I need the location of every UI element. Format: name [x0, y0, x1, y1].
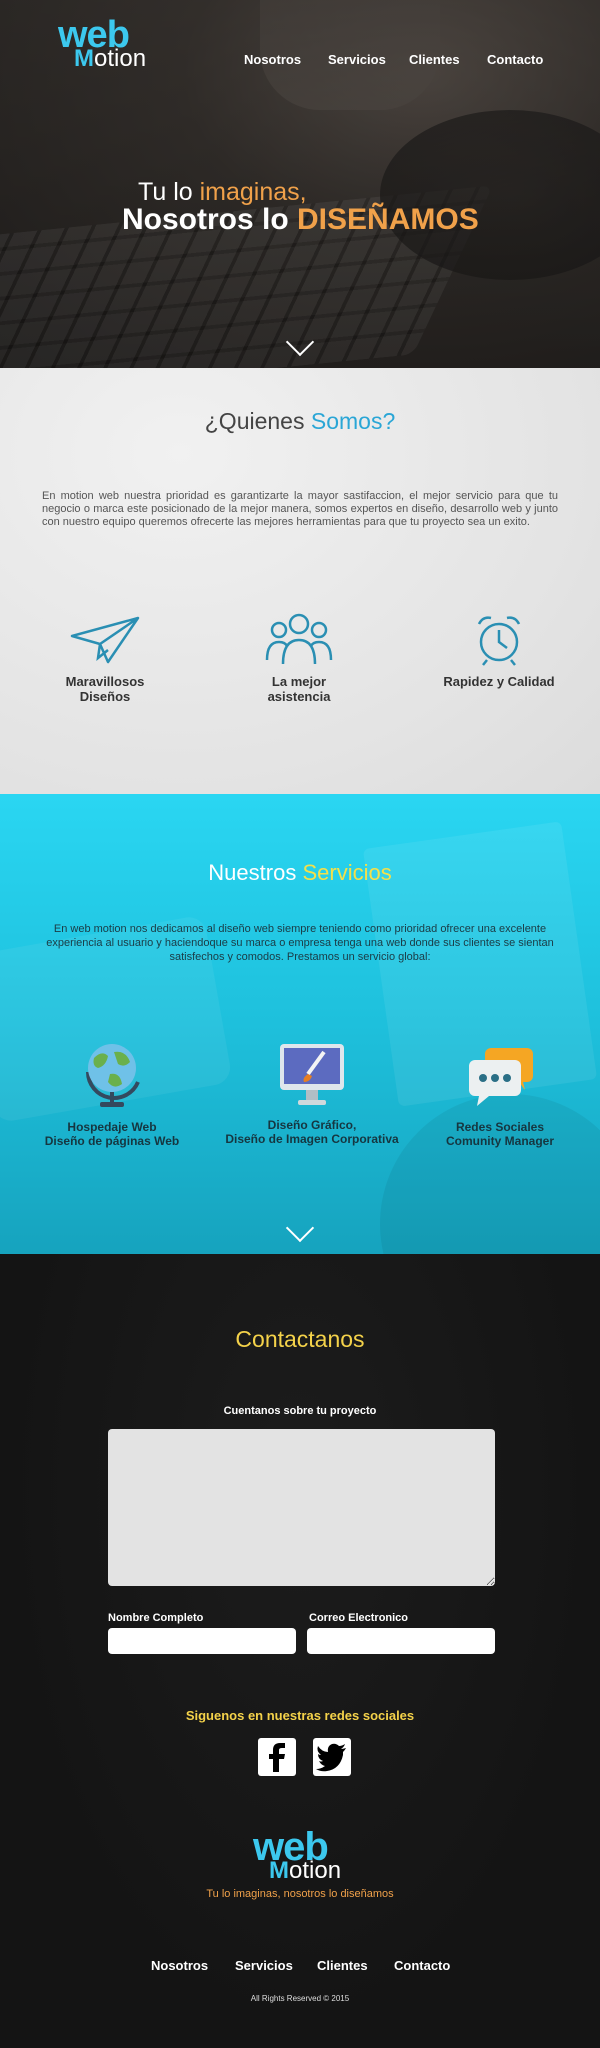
logo[interactable]: web Motion	[58, 14, 158, 72]
project-textarea[interactable]	[108, 1429, 495, 1586]
team-icon	[265, 613, 333, 665]
footer-tagline: Tu lo imaginas, nosotros lo diseñamos	[206, 1888, 394, 1900]
services-section: Nuestros Servicios En web motion nos ded…	[0, 794, 600, 1254]
footer-nav-clientes[interactable]: Clientes	[317, 1958, 368, 1973]
service-social-media: Redes Sociales Comunity Manager	[426, 1044, 574, 1148]
about-title: ¿Quienes Somos?	[204, 408, 396, 434]
about-text: En motion web nuestra prioridad es garan…	[42, 490, 558, 528]
scroll-down-chevron-icon[interactable]	[285, 1213, 315, 1243]
services-text: En web motion nos dedicamos al diseño we…	[46, 923, 554, 963]
monitor-brush-icon	[280, 1044, 344, 1105]
name-input[interactable]	[108, 1628, 296, 1654]
footer-logo[interactable]: web Motion	[253, 1825, 363, 1887]
logo-word-bottom: Motion	[74, 45, 147, 72]
service-graphic-design: Diseño Gráfico, Diseño de Imagen Corpora…	[214, 1042, 410, 1146]
globe-icon	[86, 1044, 140, 1107]
email-input[interactable]	[307, 1628, 495, 1654]
nav-clientes[interactable]: Clientes	[409, 52, 460, 67]
name-label: Nombre Completo	[108, 1612, 204, 1624]
feature-assistance: La mejor asistencia	[234, 610, 364, 704]
alarm-clock-icon	[477, 616, 521, 666]
about-section: ¿Quienes Somos? En motion web nuestra pr…	[0, 368, 600, 794]
contact-section: Contactanos Cuentanos sobre tu proyecto …	[0, 1254, 600, 2048]
footer-nav-nosotros[interactable]: Nosotros	[151, 1958, 208, 1973]
feature-speed-quality: Rapidez y Calidad	[434, 612, 564, 689]
twitter-icon[interactable]	[313, 1738, 351, 1776]
social-label: Siguenos en nuestras redes sociales	[185, 1708, 415, 1723]
services-title: Nuestros Servicios	[208, 860, 392, 885]
nav-contacto[interactable]: Contacto	[487, 52, 543, 67]
nav-servicios[interactable]: Servicios	[328, 52, 386, 67]
paper-plane-icon	[70, 616, 140, 664]
footer-nav-servicios[interactable]: Servicios	[235, 1958, 293, 1973]
copyright: All Rights Reserved © 2015	[250, 1994, 350, 2003]
hero-section: web Motion Nosotros Servicios Clientes C…	[0, 0, 600, 368]
facebook-icon[interactable]	[258, 1738, 296, 1776]
project-label: Cuentanos sobre tu proyecto	[223, 1405, 377, 1417]
page: web Motion Nosotros Servicios Clientes C…	[0, 0, 600, 2048]
email-label: Correo Electronico	[309, 1612, 409, 1624]
feature-designs: Maravillosos Diseños	[40, 614, 170, 704]
contact-title: Contactanos	[235, 1326, 365, 1352]
hero-headline-line2: Nosotros lo DISEÑAMOS	[122, 203, 479, 236]
footer-nav-contacto[interactable]: Contacto	[394, 1958, 450, 1973]
chat-bubbles-icon	[469, 1048, 533, 1106]
service-hosting: Hospedaje Web Diseño de páginas Web	[30, 1038, 194, 1148]
nav-nosotros[interactable]: Nosotros	[244, 52, 301, 67]
